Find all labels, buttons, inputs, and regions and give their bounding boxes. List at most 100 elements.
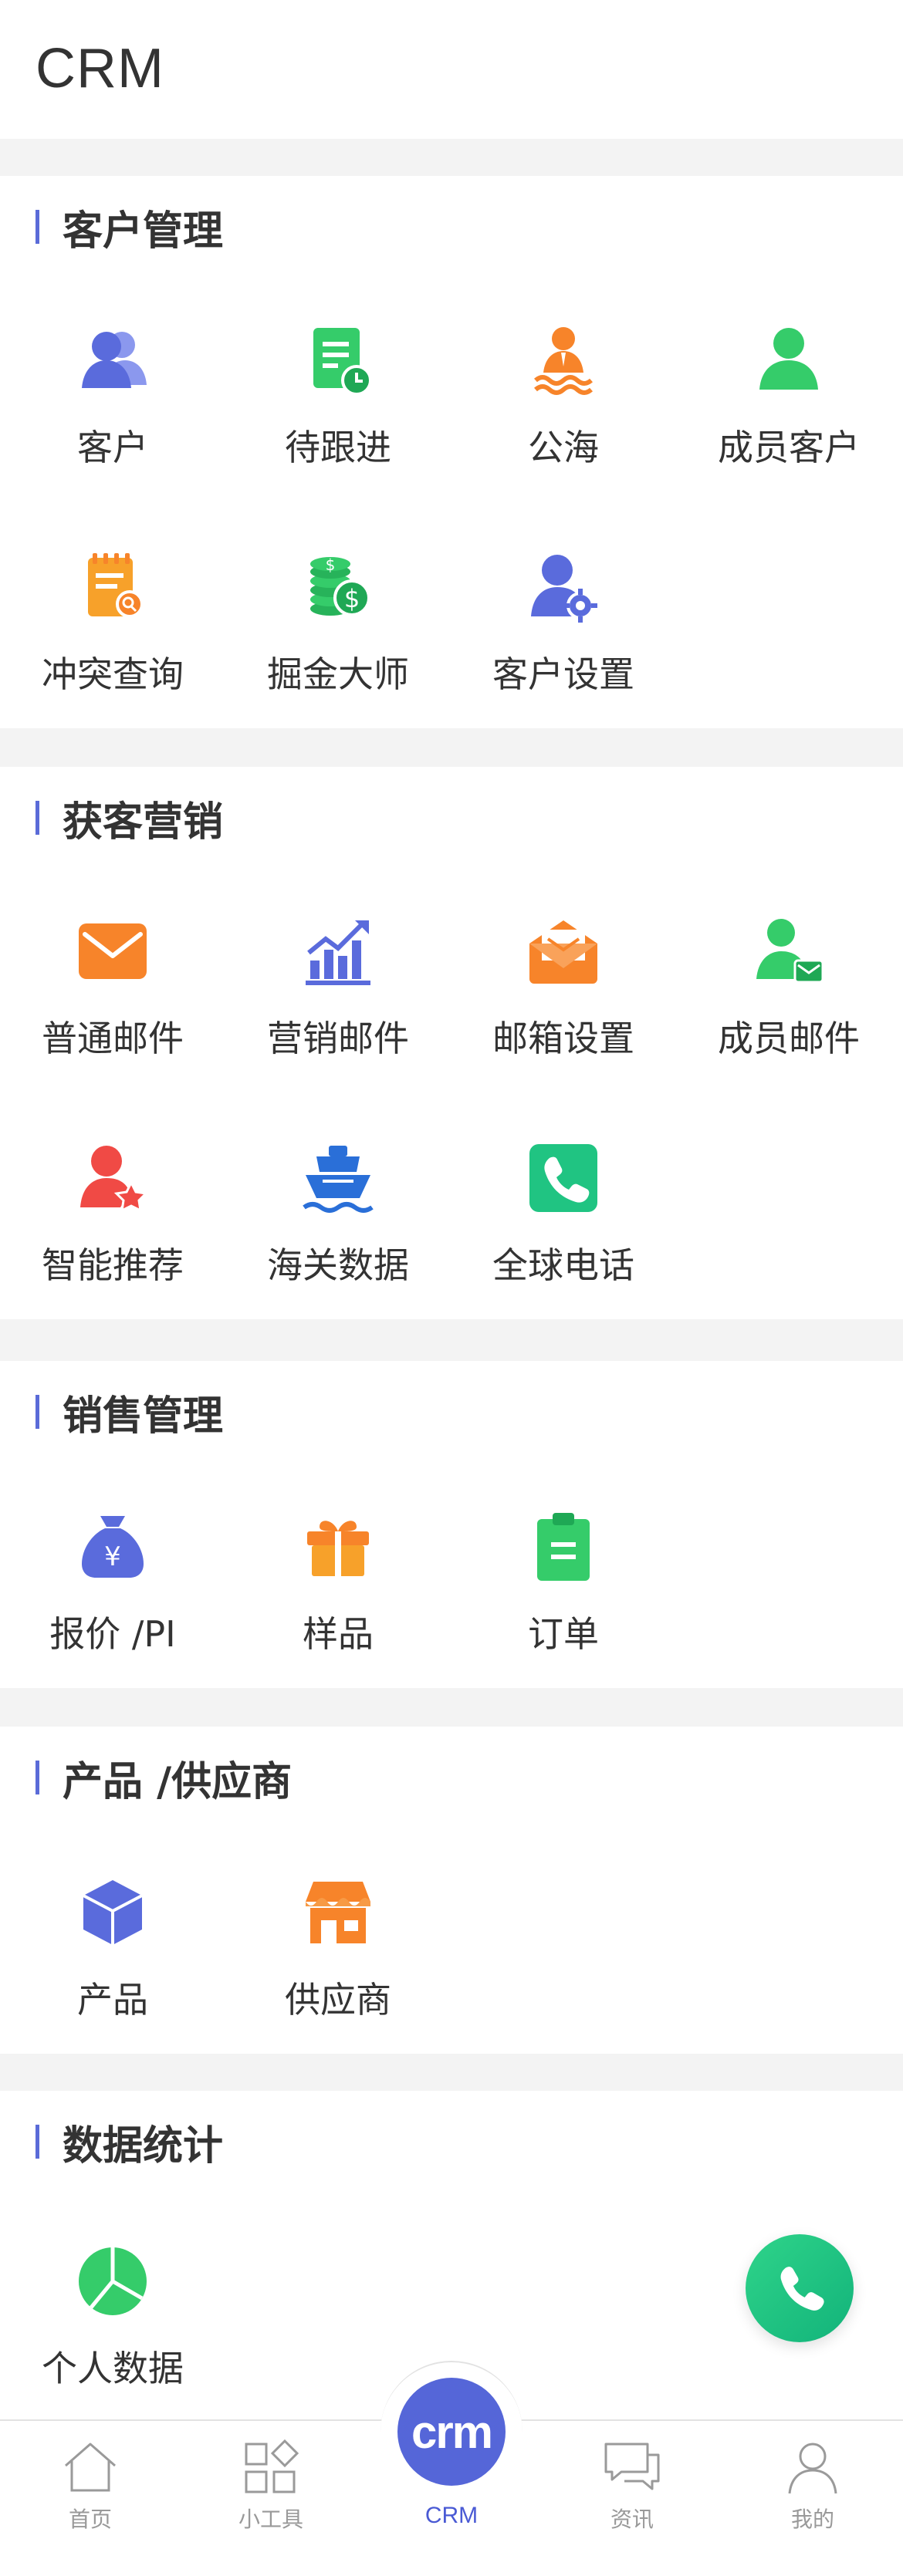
nav-item-customers[interactable]: 客户 (0, 318, 225, 503)
nav-item-label: 邮箱设置 (492, 1018, 634, 1059)
tab-label: 首页 (68, 2507, 112, 2532)
home-icon (59, 2436, 121, 2498)
tab-news[interactable]: 资讯 (542, 2421, 722, 2576)
tab-label: 小工具 (238, 2507, 303, 2532)
nav-item-label: 营销邮件 (267, 1018, 409, 1059)
section-header: 数据统计 (36, 2117, 223, 2169)
nav-item-samples[interactable]: 样品 (225, 1504, 451, 1690)
nav-item-gold-master[interactable]: $ $ 掘金大师 (225, 545, 451, 730)
nav-item-label: 全球电话 (492, 1244, 634, 1286)
followup-icon (296, 318, 380, 403)
nav-item-orders[interactable]: 订单 (451, 1504, 676, 1690)
mail-icon (70, 909, 155, 994)
user-icon (782, 2436, 844, 2498)
tab-me[interactable]: 我的 (722, 2421, 903, 2576)
nav-item-followup[interactable]: 待跟进 (225, 318, 451, 503)
gift-icon (296, 1504, 380, 1589)
tools-icon (240, 2436, 302, 2498)
section-header: 客户管理 (36, 202, 223, 255)
customer-settings-icon (521, 545, 606, 630)
nav-item-label: 冲突查询 (42, 653, 184, 695)
nav-item-smart-recommend[interactable]: 智能推荐 (0, 1136, 225, 1321)
clipboard-icon (521, 1504, 606, 1589)
nav-item-member-mail[interactable]: 成员邮件 (676, 909, 901, 1094)
section-accent-bar (36, 2125, 39, 2159)
nav-item-label: 个人数据 (42, 2348, 184, 2389)
nav-item-label: 产品 (77, 1979, 148, 2021)
nav-item-label: 成员客户 (718, 427, 860, 468)
tab-label: 资讯 (610, 2507, 654, 2532)
member-customer-icon (746, 318, 831, 403)
nav-item-products[interactable]: 产品 (0, 1870, 225, 2055)
tab-label: 我的 (790, 2507, 834, 2532)
nav-item-label: 智能推荐 (42, 1244, 184, 1286)
nav-item-personal-data[interactable]: 个人数据 (0, 2239, 225, 2424)
section-accent-bar (36, 801, 39, 835)
store-icon (296, 1870, 380, 1955)
nav-item-customer-settings[interactable]: 客户设置 (451, 545, 676, 730)
coins-icon: $ $ (296, 545, 380, 630)
section-accent-bar (36, 210, 39, 244)
nav-item-label: 客户设置 (492, 653, 634, 695)
section-title: 产品 /供应商 (63, 1758, 293, 1805)
nav-item-public-pool[interactable]: 公海 (451, 318, 676, 503)
svg-text:¥: ¥ (104, 1541, 121, 1572)
money-bag-icon: ¥ (70, 1504, 155, 1589)
smart-recommend-icon (70, 1136, 155, 1220)
nav-item-normal-mail[interactable]: 普通邮件 (0, 909, 225, 1094)
nav-item-conflict-query[interactable]: 冲突查询 (0, 545, 225, 730)
nav-item-label: 订单 (528, 1613, 599, 1655)
nav-item-label: 样品 (303, 1613, 374, 1655)
member-mail-icon (746, 909, 831, 994)
page-title: CRM (36, 38, 164, 100)
nav-item-label: 海关数据 (267, 1244, 409, 1286)
section-title: 数据统计 (63, 2122, 224, 2169)
section-title: 销售管理 (63, 1393, 224, 1440)
pie-chart-icon (70, 2239, 155, 2324)
section-header: 销售管理 (36, 1387, 223, 1440)
nav-item-global-phone[interactable]: 全球电话 (451, 1136, 676, 1321)
nav-item-member-customers[interactable]: 成员客户 (676, 318, 901, 503)
nav-item-label: 成员邮件 (718, 1018, 860, 1059)
public-pool-icon (521, 318, 606, 403)
nav-item-label: 客户 (77, 427, 148, 468)
section-header: 获客营销 (36, 793, 223, 846)
section-header: 产品 /供应商 (36, 1753, 292, 1805)
nav-item-mailbox-settings[interactable]: 邮箱设置 (451, 909, 676, 1094)
phone-icon (521, 1136, 606, 1220)
mailbox-settings-icon (521, 909, 606, 994)
section-acquisition-marketing: 获客营销 普通邮件 营销邮件 邮箱设置 成员邮件 智能推荐 海关数据 全球电话 (0, 767, 903, 1319)
phone-icon (780, 2267, 824, 2311)
section-accent-bar (36, 1761, 39, 1794)
tab-tools[interactable]: 小工具 (181, 2421, 361, 2576)
marketing-chart-icon (296, 909, 380, 994)
nav-item-label: 待跟进 (285, 427, 391, 468)
section-customer-management: 客户管理 客户 待跟进 公海 成员客户 冲突查询 $ $ 掘金大师 客户设置 (0, 176, 903, 728)
section-accent-bar (36, 1395, 39, 1429)
nav-item-label: 普通邮件 (42, 1018, 184, 1059)
nav-item-suppliers[interactable]: 供应商 (225, 1870, 451, 2055)
section-title: 获客营销 (63, 798, 224, 846)
nav-item-label: 报价 /PI (49, 1613, 176, 1655)
top-bar: CRM (0, 0, 903, 139)
crm-logo-icon: crm (411, 2406, 493, 2458)
svg-text:$: $ (344, 584, 360, 613)
section-products-suppliers: 产品 /供应商 产品 供应商 (0, 1727, 903, 2054)
tab-label: CRM (424, 2503, 479, 2528)
conflict-query-icon (70, 545, 155, 630)
nav-item-marketing-mail[interactable]: 营销邮件 (225, 909, 451, 1094)
crm-center-button[interactable]: crm (397, 2378, 506, 2486)
section-sales-management: 销售管理 ¥ 报价 /PI 样品 订单 (0, 1361, 903, 1688)
nav-item-label: 掘金大师 (267, 653, 409, 695)
ship-icon (296, 1136, 380, 1220)
floating-call-button[interactable] (746, 2234, 854, 2342)
customers-icon (70, 318, 155, 403)
nav-item-customs-data[interactable]: 海关数据 (225, 1136, 451, 1321)
nav-item-quotation[interactable]: ¥ 报价 /PI (0, 1504, 225, 1690)
svg-text:$: $ (326, 555, 336, 574)
cube-icon (70, 1870, 155, 1955)
tab-home[interactable]: 首页 (0, 2421, 181, 2576)
chat-icon (601, 2436, 663, 2498)
nav-item-label: 供应商 (285, 1979, 391, 2021)
nav-item-label: 公海 (528, 427, 599, 468)
